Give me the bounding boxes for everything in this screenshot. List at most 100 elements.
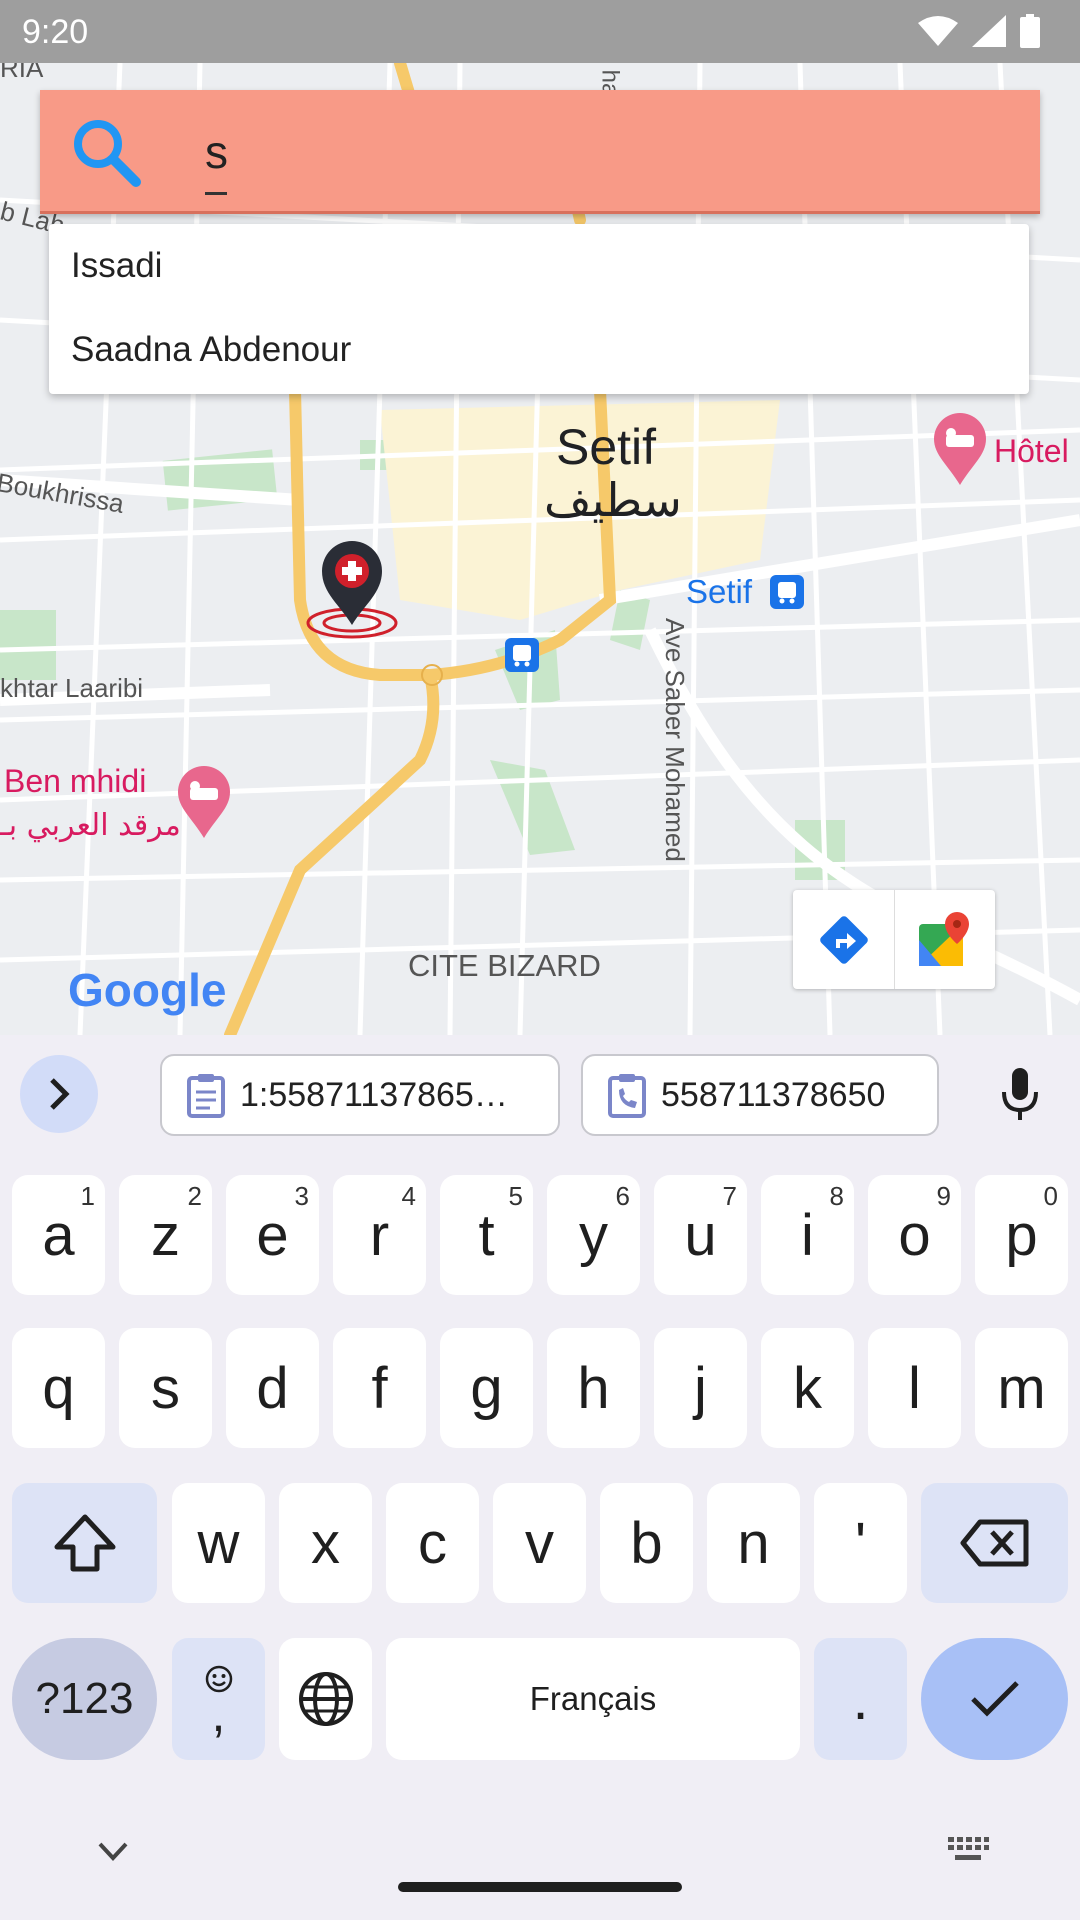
clipboard-phone-icon (608, 1074, 646, 1118)
key-label: p (1005, 1202, 1038, 1268)
symbols-key[interactable]: ?123 (12, 1638, 157, 1760)
key-label: , (211, 1686, 226, 1742)
backspace-icon (960, 1519, 1028, 1567)
key-n[interactable]: n (707, 1483, 800, 1603)
key-f[interactable]: f (333, 1328, 426, 1448)
key-q[interactable]: q (12, 1328, 105, 1448)
map-label-ben-mhidi-arabic: مرقد العربي بـ (0, 808, 181, 843)
key-k[interactable]: k (761, 1328, 854, 1448)
key-hint: 6 (615, 1181, 630, 1211)
shift-key[interactable] (12, 1483, 157, 1603)
map-label-ben-mhidi[interactable]: Ben mhidi (4, 763, 146, 800)
key-label: b (630, 1510, 663, 1576)
key-y[interactable]: y6 (547, 1175, 640, 1295)
key-b[interactable]: b (600, 1483, 693, 1603)
clipboard-chip-text: 1:55871137865… (240, 1075, 508, 1114)
hotel-pin-icon[interactable] (932, 413, 988, 485)
key-w[interactable]: w (172, 1483, 265, 1603)
key-label: u (684, 1202, 717, 1268)
wifi-icon (918, 16, 958, 46)
key-o[interactable]: o9 (868, 1175, 961, 1295)
clipboard-icon (187, 1074, 225, 1118)
key-label: h (577, 1355, 610, 1421)
soft-keyboard: 1:55871137865… 558711378650 a1 z2 e3 r4 … (0, 1035, 1080, 1920)
key-label: t (478, 1202, 495, 1268)
map-label-partial-topleft: RIA (0, 63, 44, 83)
backspace-key[interactable] (921, 1483, 1068, 1603)
status-icons (918, 14, 1040, 48)
key-r[interactable]: r4 (333, 1175, 426, 1295)
key-d[interactable]: d (226, 1328, 319, 1448)
key-z[interactable]: z2 (119, 1175, 212, 1295)
clipboard-chip[interactable]: 1:55871137865… (160, 1054, 560, 1136)
language-key[interactable] (279, 1638, 372, 1760)
enter-key[interactable] (921, 1638, 1068, 1760)
key-hint: 4 (401, 1181, 416, 1211)
key-s[interactable]: s (119, 1328, 212, 1448)
period-key[interactable]: . (814, 1638, 907, 1760)
key-j[interactable]: j (654, 1328, 747, 1448)
key-h[interactable]: h (547, 1328, 640, 1448)
voice-input-button[interactable] (990, 1055, 1050, 1133)
key-label: k (793, 1355, 822, 1421)
key-a[interactable]: a1 (12, 1175, 105, 1295)
key-g[interactable]: g (440, 1328, 533, 1448)
hotel-pin-icon-2[interactable] (176, 766, 232, 838)
open-in-maps-button[interactable] (894, 890, 995, 989)
key-label: ?123 (35, 1674, 134, 1723)
checkmark-icon (970, 1681, 1019, 1717)
key-apostrophe[interactable]: ' (814, 1483, 907, 1603)
key-x[interactable]: x (279, 1483, 372, 1603)
microphone-icon (1002, 1068, 1038, 1120)
key-label: c (418, 1510, 447, 1576)
key-hint: 8 (829, 1181, 844, 1211)
directions-button[interactable] (793, 890, 894, 989)
key-v[interactable]: v (493, 1483, 586, 1603)
bus-stop-icon-2[interactable] (505, 638, 539, 672)
hospital-marker-icon[interactable] (300, 533, 404, 643)
keyboard-switch-icon[interactable] (946, 1835, 990, 1865)
suggestion-item[interactable]: Issadi (71, 246, 162, 286)
status-bar: 9:20 (0, 0, 1080, 63)
key-label: . (852, 1666, 869, 1732)
key-c[interactable]: c (386, 1483, 479, 1603)
hide-keyboard-icon[interactable] (96, 1840, 130, 1864)
key-label: ' (854, 1510, 867, 1576)
home-gesture-bar[interactable] (398, 1882, 682, 1892)
key-p[interactable]: p0 (975, 1175, 1068, 1295)
key-i[interactable]: i8 (761, 1175, 854, 1295)
key-hint: 0 (1043, 1181, 1058, 1211)
suggestion-item[interactable]: Saadna Abdenour (71, 330, 351, 370)
keyboard-suggestion-strip: 1:55871137865… 558711378650 (0, 1035, 1080, 1152)
key-label: e (256, 1202, 289, 1268)
key-label: f (371, 1355, 388, 1421)
key-u[interactable]: u7 (654, 1175, 747, 1295)
map-label-road-saber: Ave Saber Mohamed (660, 618, 690, 862)
key-hint: 9 (936, 1181, 951, 1211)
map-label-city: Setif (556, 419, 657, 475)
battery-icon (1020, 14, 1040, 48)
map-label-hotel[interactable]: Hôtel (994, 433, 1069, 470)
search-input[interactable] (205, 118, 1005, 186)
key-t[interactable]: t5 (440, 1175, 533, 1295)
key-label: w (197, 1510, 240, 1576)
map-label-transit[interactable]: Setif (686, 573, 752, 611)
key-hint: 3 (294, 1181, 309, 1211)
key-label: l (908, 1355, 921, 1421)
key-label: g (470, 1355, 503, 1421)
bus-stop-icon[interactable] (770, 575, 804, 609)
map-toolbar (793, 890, 995, 989)
key-label: j (694, 1355, 707, 1421)
clipboard-chip[interactable]: 558711378650 (581, 1054, 939, 1136)
key-label: Français (529, 1680, 657, 1717)
key-label: m (997, 1355, 1046, 1421)
key-m[interactable]: m (975, 1328, 1068, 1448)
key-label: x (311, 1510, 340, 1576)
expand-toolbar-button[interactable] (20, 1055, 98, 1133)
map-label-city-arabic: سطيف (544, 473, 682, 527)
emoji-comma-key[interactable]: , (172, 1638, 265, 1760)
key-l[interactable]: l (868, 1328, 961, 1448)
key-e[interactable]: e3 (226, 1175, 319, 1295)
space-key[interactable]: Français (386, 1638, 800, 1760)
key-label: v (525, 1510, 554, 1576)
